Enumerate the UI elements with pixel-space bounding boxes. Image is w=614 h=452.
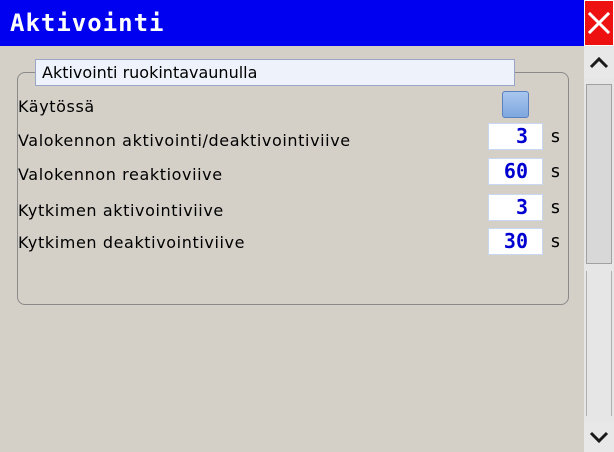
row-label-photocell-activation-delay: Valokennon aktivointi/deaktivointiviive	[18, 131, 351, 150]
photocell-activation-delay-input[interactable]: 3	[488, 123, 543, 150]
enabled-label: Käytössä	[18, 97, 95, 116]
vertical-scrollbar[interactable]	[584, 46, 614, 452]
switch-deactivation-delay-input[interactable]: 30	[488, 228, 543, 255]
scroll-track[interactable]	[586, 271, 612, 416]
scroll-up-button[interactable]	[584, 48, 614, 78]
close-button[interactable]	[584, 0, 614, 46]
content-area: Aktivointi ruokintavaunulla Käytössä Val…	[0, 46, 584, 452]
chevron-up-icon	[589, 56, 609, 69]
row-label-switch-activation-delay: Kytkimen aktivointiviive	[18, 201, 224, 220]
switch-activation-delay-input[interactable]: 3	[488, 194, 543, 221]
scroll-thumb[interactable]	[586, 84, 612, 264]
scroll-down-button[interactable]	[584, 422, 614, 452]
unit-label: s	[550, 126, 561, 147]
close-icon	[587, 11, 611, 35]
unit-label: s	[550, 231, 561, 252]
chevron-down-icon	[589, 431, 609, 444]
window-title: Aktivointi	[0, 0, 584, 46]
enabled-checkbox[interactable]	[502, 91, 529, 118]
row-label-photocell-reaction-delay: Valokennon reaktioviive	[18, 165, 223, 184]
unit-label: s	[550, 161, 561, 182]
settings-group	[17, 72, 569, 305]
row-label-switch-deactivation-delay: Kytkimen deaktivointiviive	[18, 233, 246, 252]
photocell-reaction-delay-input[interactable]: 60	[488, 158, 543, 185]
group-title: Aktivointi ruokintavaunulla	[35, 59, 515, 86]
unit-label: s	[550, 197, 561, 218]
